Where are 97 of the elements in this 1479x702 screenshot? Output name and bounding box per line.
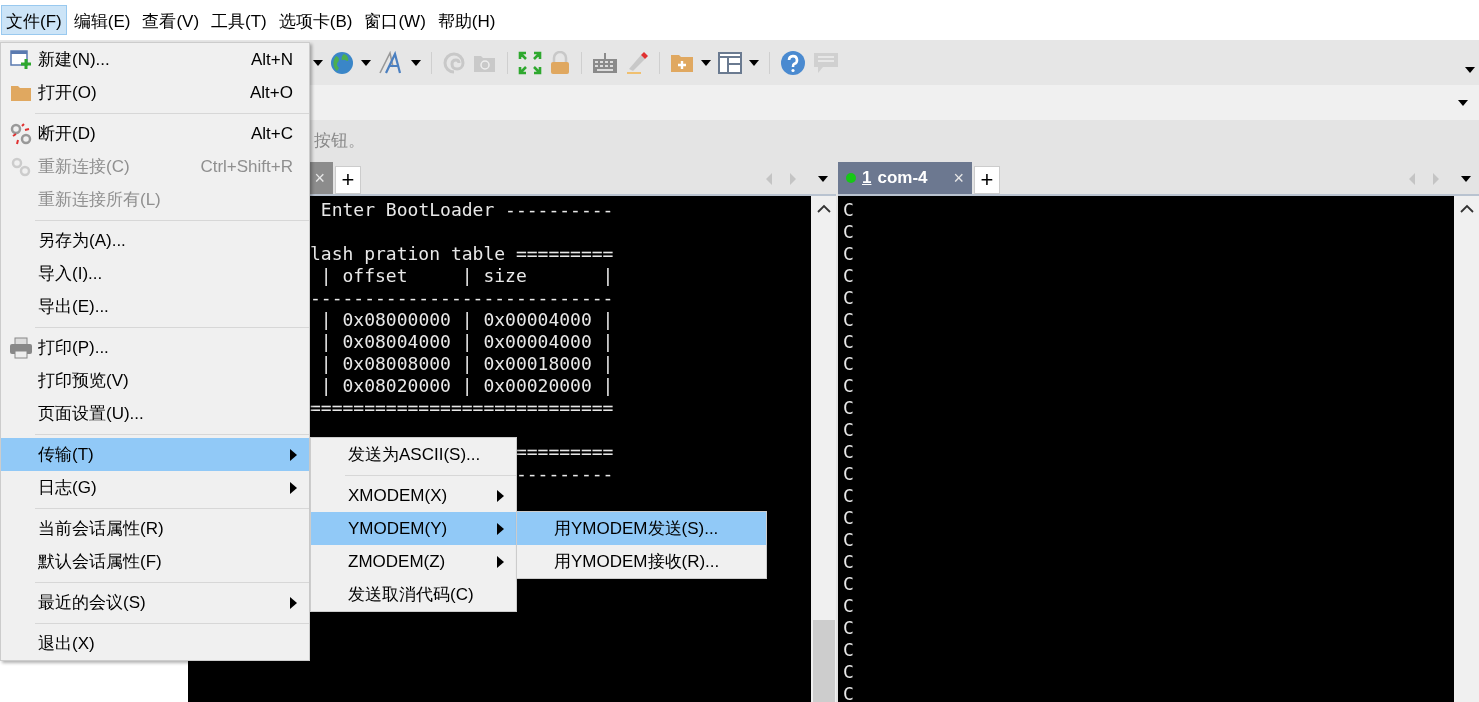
terminal-line: Enter BootLoader ---------- — [320, 199, 614, 220]
terminal-line: C — [843, 397, 855, 419]
menu-item[interactable]: 打印预览(V) — [1, 364, 309, 397]
scrollbar[interactable] — [811, 196, 836, 702]
menu-item[interactable]: 当前会话属性(R) — [1, 512, 309, 545]
hint-text: 按钮。 — [314, 129, 365, 152]
menu-bar-item[interactable]: 编辑(E) — [68, 5, 136, 35]
menu-item[interactable]: 打印(P)... — [1, 331, 309, 364]
font-icon[interactable] — [378, 50, 404, 75]
menu-bar-item[interactable]: 选项卡(B) — [273, 5, 358, 35]
menu-item[interactable]: 用YMODEM发送(S)... — [517, 512, 766, 545]
menu-item[interactable]: 打开(O) Alt+O — [1, 76, 309, 109]
fullscreen-icon[interactable] — [518, 50, 542, 75]
caret-icon[interactable] — [1461, 176, 1471, 182]
keyboard-icon[interactable] — [592, 51, 618, 74]
menu-item[interactable]: YMODEM(Y) — [311, 512, 516, 545]
menu-item[interactable]: 日志(G) — [1, 471, 309, 504]
terminal-line: ========= — [515, 441, 614, 462]
terminal-line: C — [843, 507, 855, 529]
lock-icon[interactable] — [549, 50, 571, 75]
terminal-line: C — [843, 485, 855, 507]
folder-icon — [9, 83, 32, 102]
terminal-line: C — [843, 573, 855, 595]
broken-link-icon — [9, 122, 32, 145]
caret-icon[interactable] — [313, 59, 323, 66]
menu-item[interactable]: 页面设置(U)... — [1, 397, 309, 430]
scroll-up-icon[interactable] — [1459, 204, 1474, 213]
terminal-line: ---------------------------- — [310, 287, 614, 308]
terminal-line: lash pration table ========= — [310, 243, 614, 264]
link-icon — [9, 155, 32, 178]
tab-label: com-4 — [877, 168, 929, 188]
menu-item[interactable]: 用YMODEM接收(R)... — [517, 545, 766, 578]
caret-icon[interactable] — [818, 176, 828, 182]
menu-item[interactable]: 默认会话属性(F) — [1, 545, 309, 578]
terminal-line: ============================ — [310, 397, 614, 418]
new-window-icon — [9, 49, 32, 70]
terminal-line: C — [843, 265, 855, 287]
help-icon[interactable] — [780, 49, 806, 76]
menu-item[interactable]: 传输(T) — [1, 438, 309, 471]
menu-item[interactable]: 发送为ASCII(S)... — [311, 438, 516, 471]
scrollbar[interactable] — [1454, 196, 1479, 702]
caret-icon[interactable] — [361, 59, 371, 66]
highlighter-icon[interactable] — [625, 50, 649, 75]
new-tab-button[interactable]: + — [335, 166, 361, 194]
scrollbar-thumb[interactable] — [812, 620, 835, 702]
terminal-line: C — [843, 309, 855, 331]
terminal-line: C — [843, 639, 855, 661]
terminal-line: | 0x08004000 | 0x00004000 | — [320, 331, 614, 352]
terminal-line: C — [843, 551, 855, 573]
caret-icon[interactable] — [411, 59, 421, 66]
menu-item[interactable]: 发送取消代码(C) — [311, 578, 516, 611]
terminal-line: C — [843, 375, 855, 397]
menu-bar-item[interactable]: 帮助(H) — [432, 5, 501, 35]
terminal-line: C — [843, 287, 855, 309]
menu-item[interactable]: 断开(D) Alt+C — [1, 117, 309, 150]
terminal-line: C — [843, 661, 855, 683]
caret-icon[interactable] — [1465, 66, 1475, 73]
terminal-line: C — [843, 419, 855, 441]
terminal-line: C — [843, 463, 855, 485]
menu-bar-item[interactable]: 查看(V) — [137, 5, 205, 35]
terminal-line: | 0x08000000 | 0x00004000 | — [320, 309, 614, 330]
terminal-line: | 0x08020000 | 0x00020000 | — [320, 375, 614, 396]
caret-icon[interactable] — [749, 59, 759, 66]
layout-icon[interactable] — [718, 51, 742, 74]
menu-item[interactable]: 另存为(A)... — [1, 224, 309, 257]
menu-bar-item[interactable]: 文件(F) — [1, 5, 67, 35]
terminal-line: C — [843, 683, 855, 702]
menu-item[interactable]: XMODEM(X) — [311, 479, 516, 512]
session-tab[interactable]: 1 com-4 × — [838, 162, 972, 194]
scroll-up-icon[interactable] — [816, 204, 831, 213]
terminal-line: --------- — [515, 463, 614, 484]
menu-item[interactable]: 最近的会议(S) — [1, 586, 309, 619]
menu-item[interactable]: 导出(E)... — [1, 290, 309, 323]
terminal-line: C — [843, 595, 855, 617]
terminal-line: | offset | size | — [320, 265, 614, 286]
menu-item[interactable]: 退出(X) — [1, 627, 309, 660]
menu-item[interactable]: 导入(I)... — [1, 257, 309, 290]
terminal-line: C — [843, 221, 855, 243]
terminal-line: C — [843, 441, 855, 463]
terminal-line: | 0x08008000 | 0x00018000 | — [320, 353, 614, 374]
menu-item[interactable]: 新建(N)... Alt+N — [1, 43, 309, 76]
menu-item[interactable]: ZMODEM(Z) — [311, 545, 516, 578]
globe-icon[interactable] — [330, 50, 354, 75]
close-icon[interactable]: × — [953, 167, 964, 189]
terminal-line: C — [843, 529, 855, 551]
menu-bar-item[interactable]: 工具(T) — [206, 5, 272, 35]
new-tab-button[interactable]: + — [974, 166, 1000, 194]
printer-icon — [8, 336, 33, 359]
caret-icon[interactable] — [1458, 99, 1468, 106]
caret-icon[interactable] — [701, 59, 711, 66]
terminal-line: C — [843, 331, 855, 353]
tab-number: 1 — [862, 168, 872, 188]
terminal-line: C — [843, 617, 855, 639]
menu-bar-item[interactable]: 窗口(W) — [359, 5, 431, 35]
terminal-line: C — [843, 199, 855, 221]
terminal-line: C — [843, 353, 855, 375]
terminal-line: C — [843, 243, 855, 265]
